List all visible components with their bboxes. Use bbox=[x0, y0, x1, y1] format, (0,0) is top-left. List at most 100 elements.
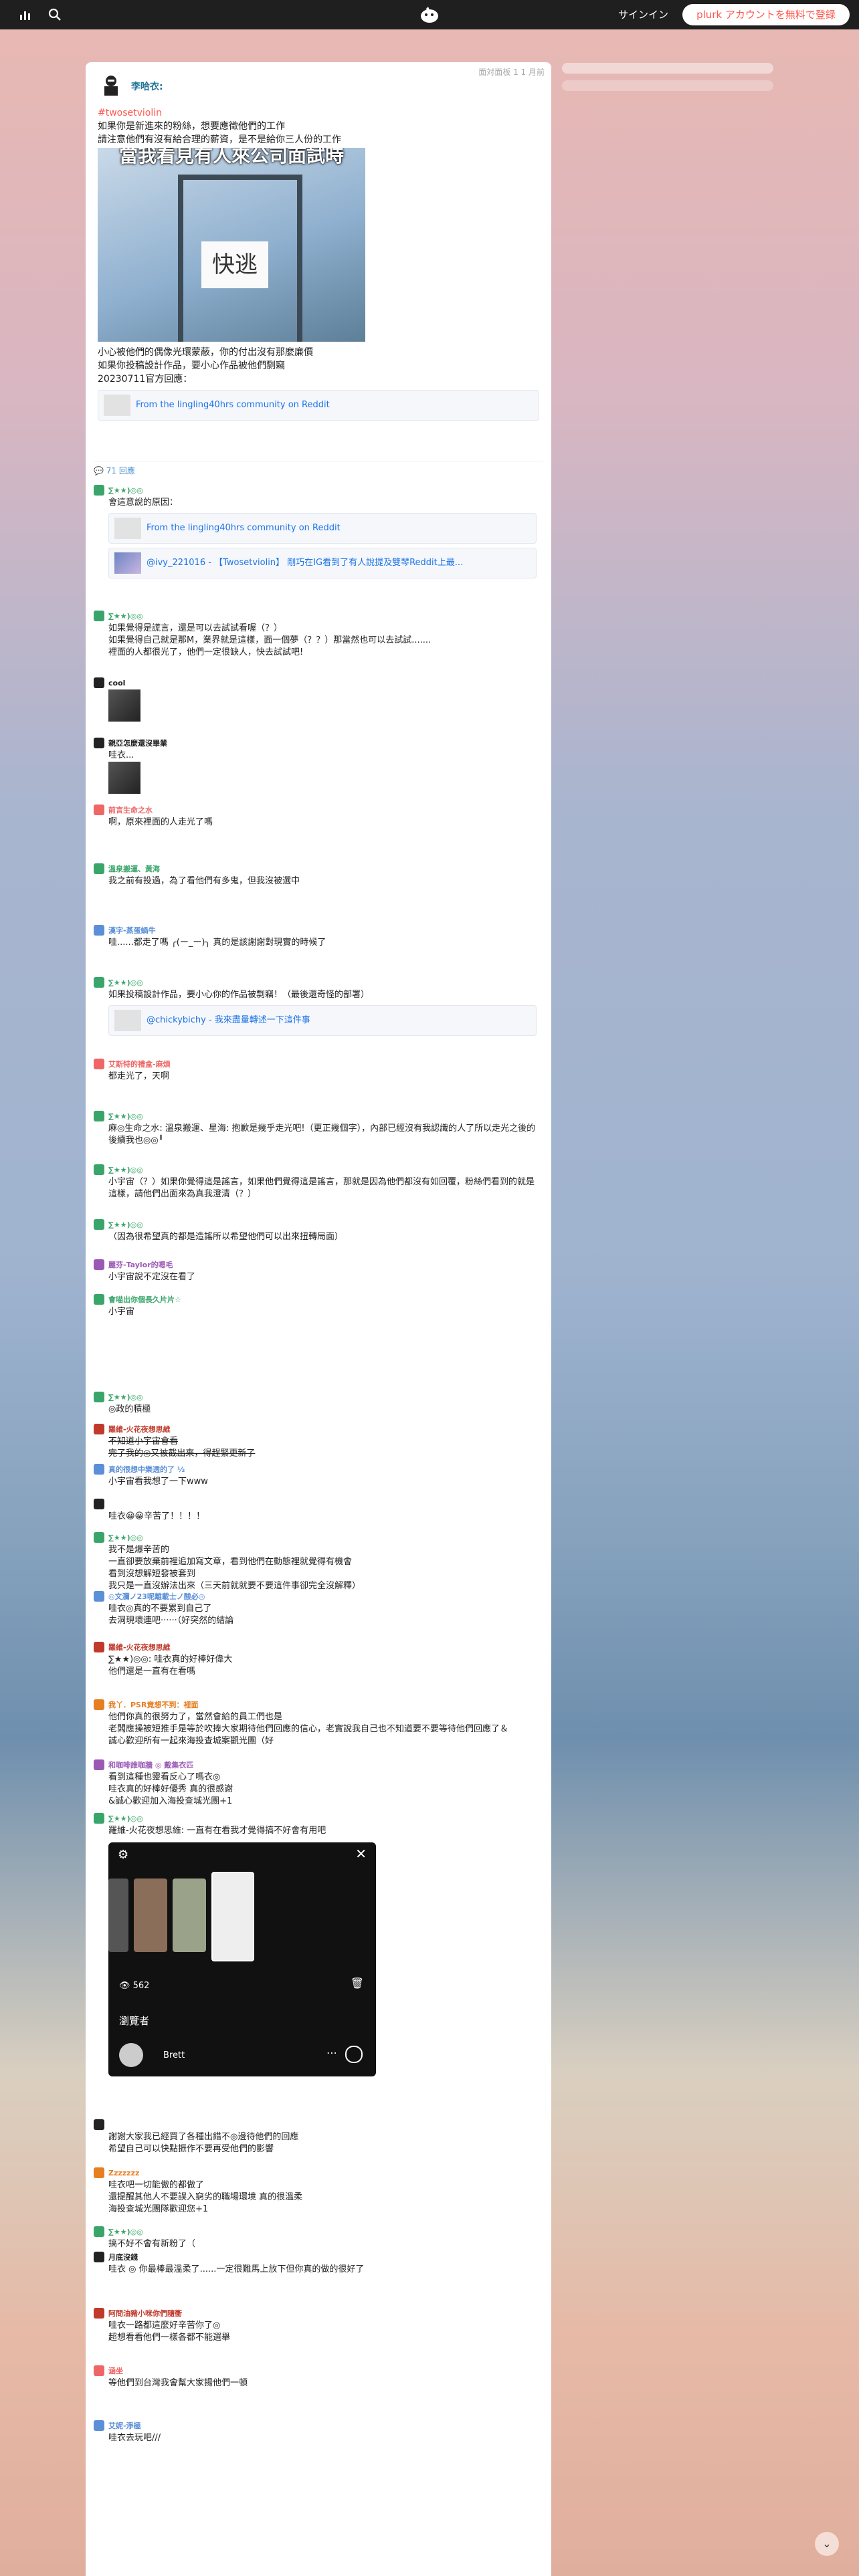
response-text: 哇衣 ◎ 你最棒最溫柔了......一定很難馬上放下但你真的做的很好了 bbox=[108, 2264, 537, 2276]
response-avatar[interactable] bbox=[94, 738, 104, 748]
trash-icon[interactable]: 🗑 bbox=[351, 1977, 364, 1990]
response-author[interactable]: 月底沒錢 bbox=[108, 2252, 138, 2264]
search-icon[interactable] bbox=[41, 0, 68, 29]
response-link-card[interactable]: From the lingling40hrs community on Redd… bbox=[108, 513, 537, 544]
response-author[interactable]: 親亞怎麼還沒畢業 bbox=[108, 738, 167, 750]
viewer-title: 瀏覽者 bbox=[119, 2015, 150, 2027]
response-author[interactable]: ∑★★)◎◎ bbox=[108, 977, 143, 989]
response-avatar[interactable] bbox=[94, 1532, 104, 1543]
viewer-row[interactable]: Brett ⋯ bbox=[119, 2040, 365, 2070]
chevron-down-icon[interactable]: ⌄ bbox=[815, 2532, 839, 2556]
response-author[interactable]: 和咖啡誰咖牆 ◎ 戴集衣匹 bbox=[108, 1759, 193, 1772]
response-author[interactable]: 我丫．PSR竟想不到：裡面 bbox=[108, 1699, 198, 1711]
response-author[interactable]: ∑★★)◎◎ bbox=[108, 1813, 143, 1825]
close-icon[interactable]: ✕ bbox=[355, 1847, 367, 1860]
response-author[interactable]: 溫泉搬運、黃海 bbox=[108, 863, 160, 875]
response-avatar[interactable] bbox=[94, 2308, 104, 2319]
response-avatar[interactable] bbox=[94, 1294, 104, 1305]
owner-avatar[interactable] bbox=[99, 73, 123, 97]
response-avatar[interactable] bbox=[94, 1111, 104, 1121]
response-avatar[interactable] bbox=[94, 1759, 104, 1770]
response-avatar[interactable] bbox=[94, 804, 104, 815]
response-text: （因為很希望真的都是造謠所以希望他們可以出來扭轉局面） bbox=[108, 1231, 537, 1243]
response-avatar[interactable] bbox=[94, 863, 104, 874]
response-author[interactable]: 真的很想中樂透的了 ½ bbox=[108, 1464, 185, 1476]
response-author[interactable]: ∑★★)◎◎ bbox=[108, 2226, 143, 2238]
response-author[interactable]: ∑★★)◎◎ bbox=[108, 1164, 143, 1176]
post-meta: 面対面板 1 1 月前 bbox=[478, 68, 545, 77]
response-author[interactable]: ∑★★)◎◎ bbox=[108, 1392, 143, 1404]
response-avatar[interactable] bbox=[94, 925, 104, 936]
response-author[interactable]: ∑★★)◎◎ bbox=[108, 485, 143, 497]
response-link-card[interactable]: @ivy_221016 - 【Twosetviolin】 剛巧在IG看到了有人說… bbox=[108, 548, 537, 578]
messenger-icon[interactable] bbox=[345, 2046, 363, 2063]
response-avatar[interactable] bbox=[94, 1813, 104, 1824]
response-author[interactable]: ∑★★)◎◎ bbox=[108, 1219, 143, 1231]
more-icon[interactable]: ⋯ bbox=[326, 2047, 337, 2059]
response-author[interactable]: ∑★★)◎◎ bbox=[108, 1111, 143, 1123]
response-author[interactable]: 艾斯特的禮盒-麻煩 bbox=[108, 1059, 171, 1071]
response-author[interactable]: 麗芬-Taylor的嗯毛 bbox=[108, 1259, 173, 1271]
response-avatar[interactable] bbox=[94, 1642, 104, 1652]
response-text: 哇衣去玩吧/// bbox=[108, 2432, 537, 2444]
response-author[interactable]: 艾妮-淨極 bbox=[108, 2420, 141, 2432]
response-avatar[interactable] bbox=[94, 1059, 104, 1069]
bar-chart-icon[interactable] bbox=[12, 0, 39, 29]
response-avatar[interactable] bbox=[94, 611, 104, 621]
response-author[interactable]: 阿問油豬小咪你們隨衝 bbox=[108, 2308, 182, 2320]
eye-icon: 👁 562 bbox=[119, 1981, 150, 1991]
response-photo[interactable] bbox=[108, 762, 140, 794]
response-author[interactable]: ◎文瀰ノ23呢離載士ノ酸必◎ bbox=[108, 1591, 205, 1603]
response-text: 會這意說的原因： From the lingling40hrs community… bbox=[108, 497, 537, 582]
response-author[interactable]: ∑★★)◎◎ bbox=[108, 611, 143, 623]
response-avatar[interactable] bbox=[94, 1499, 104, 1509]
response-text: 我之前有投過，為了看他們有多鬼，但我沒被選中 bbox=[108, 875, 537, 887]
meme-image[interactable]: 當我看見有人來公司面試時 快逃 bbox=[98, 148, 365, 342]
owner-name[interactable]: 李哈衣: bbox=[131, 80, 163, 93]
response-line: 哇衣吧一切能傲的都做了 bbox=[108, 2180, 205, 2190]
response-author[interactable]: cool bbox=[108, 677, 125, 689]
instagram-viewer-card[interactable]: ⚙ ✕ 👁 562 🗑 瀏覽者 Brett ⋯ bbox=[108, 1842, 376, 2076]
response-author[interactable]: 前言生命之水 bbox=[108, 804, 153, 817]
response-author[interactable]: 會喵出你個長久片片☆ bbox=[108, 1294, 181, 1306]
response-author[interactable]: ∑★★)◎◎ bbox=[108, 1532, 143, 1544]
link-thumbnail bbox=[104, 395, 130, 416]
response-avatar[interactable] bbox=[94, 1164, 104, 1175]
response-avatar[interactable] bbox=[94, 485, 104, 496]
response-author[interactable]: 羅維-火花夜想思維 bbox=[108, 1424, 171, 1436]
response-avatar[interactable] bbox=[94, 977, 104, 988]
signup-button[interactable]: plurk アカウントを無料で登録 bbox=[682, 4, 850, 25]
response-line: 哇衣... bbox=[108, 750, 134, 760]
response-avatar[interactable] bbox=[94, 2365, 104, 2376]
response-avatar[interactable] bbox=[94, 1259, 104, 1270]
response-avatar[interactable] bbox=[94, 1591, 104, 1602]
link-thumbnail bbox=[114, 518, 141, 539]
response-link-card[interactable]: @chickybichy - 我來盡量轉述一下這件事 bbox=[108, 1005, 537, 1036]
response-avatar[interactable] bbox=[94, 2252, 104, 2262]
response-author[interactable]: 漢字-蒸蛋蝸牛 bbox=[108, 925, 156, 937]
response-avatar[interactable] bbox=[94, 2226, 104, 2237]
reddit-link-card[interactable]: From the lingling40hrs community on Redd… bbox=[98, 390, 539, 421]
responses-count[interactable]: 💬 71 回應 bbox=[94, 465, 135, 476]
response-line: 哇衣一路都這麼好辛苦你了◎ bbox=[108, 2321, 221, 2331]
settings-icon[interactable]: ⚙ bbox=[118, 1849, 128, 1861]
response-avatar[interactable] bbox=[94, 2420, 104, 2431]
hashtag-link[interactable]: #twosetviolin bbox=[98, 106, 539, 120]
response-author[interactable]: 羅維-火花夜想思維 bbox=[108, 1642, 171, 1654]
plurk-logo[interactable] bbox=[416, 5, 443, 24]
response-photo[interactable] bbox=[108, 689, 140, 722]
response-avatar[interactable] bbox=[94, 1219, 104, 1230]
response-avatar[interactable] bbox=[94, 1464, 104, 1475]
response-avatar[interactable] bbox=[94, 1392, 104, 1402]
response-text: 哇衣吧一切能傲的都做了 還提醒其他人不要誤入窮劣的職場環境 真的很溫柔 海投查城光團… bbox=[108, 2179, 537, 2216]
response-line: 他們還是一直有在看嗎 bbox=[108, 1667, 196, 1677]
signin-link[interactable]: サインイン bbox=[618, 0, 668, 29]
response-avatar[interactable] bbox=[94, 2167, 104, 2178]
response-avatar[interactable] bbox=[94, 1699, 104, 1710]
response-avatar[interactable] bbox=[94, 2119, 104, 2130]
response-avatar[interactable] bbox=[94, 1424, 104, 1434]
response-avatar[interactable] bbox=[94, 677, 104, 688]
response-author[interactable]: 涵坐 bbox=[108, 2365, 123, 2377]
response-author[interactable]: Zzzzzzz bbox=[108, 2167, 139, 2179]
response-line: 看到沒想解短發被套到 bbox=[108, 1569, 196, 1579]
